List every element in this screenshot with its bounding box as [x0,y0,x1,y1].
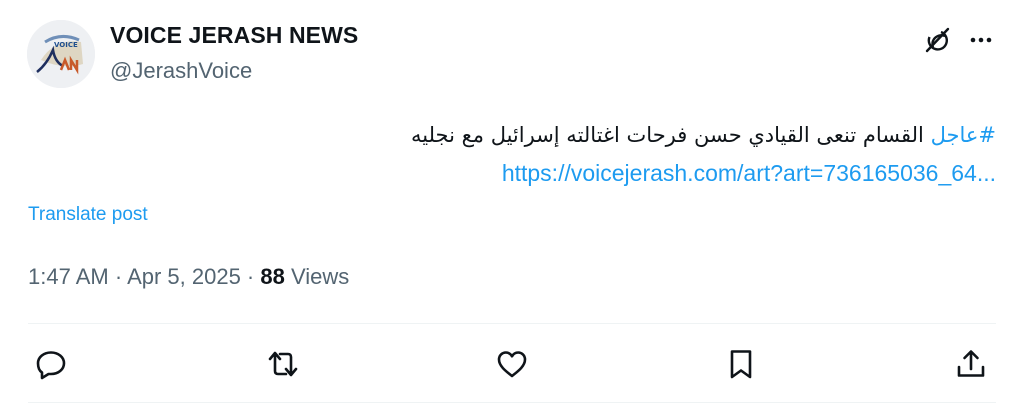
tweet-text: #عاجل القسام تنعى القيادي حسن فرحات اغتا… [340,116,996,193]
more-icon[interactable] [966,25,996,55]
repost-icon [268,351,298,377]
divider [28,402,996,403]
post-date[interactable]: Apr 5, 2025 [127,264,241,289]
handle[interactable]: @JerashVoice [110,58,252,84]
meta-separator: · [108,264,128,289]
reply-icon [36,351,66,380]
repost-button[interactable] [266,347,300,381]
tweet-body: القسام تنعى القيادي حسن فرحات اغتالته إس… [410,123,924,147]
article-link[interactable]: https://voicejerash.com/art?art=73616503… [502,160,996,186]
display-name[interactable]: VOICE JERASH NEWS [110,22,358,49]
meta-separator: · [240,264,261,289]
reply-button[interactable] [34,347,68,381]
like-icon [497,351,527,378]
tweet-text-line: #عاجل القسام تنعى القيادي حسن فرحات اغتا… [340,116,996,154]
tweet-link-line: https://voicejerash.com/art?art=73616503… [340,154,996,193]
svg-text:VOICE: VOICE [54,41,78,49]
views-count: 88 [260,264,285,289]
post-meta: 1:47 AM · Apr 5, 2025 · 88 Views [28,264,349,290]
bookmark-button[interactable] [724,347,758,381]
hashtag-link[interactable]: #عاجل [931,123,996,147]
divider [28,323,996,324]
voice-jerash-logo-icon: VOICE [27,20,95,88]
share-button[interactable] [954,347,988,381]
post-time[interactable]: 1:47 AM [28,264,109,289]
like-button[interactable] [495,347,529,381]
views-label: Views [284,264,350,289]
translate-post-link[interactable]: Translate post [28,204,148,226]
grok-icon[interactable] [922,25,952,55]
avatar[interactable]: VOICE [27,20,95,88]
bookmark-icon [730,350,752,379]
share-icon [957,350,985,377]
